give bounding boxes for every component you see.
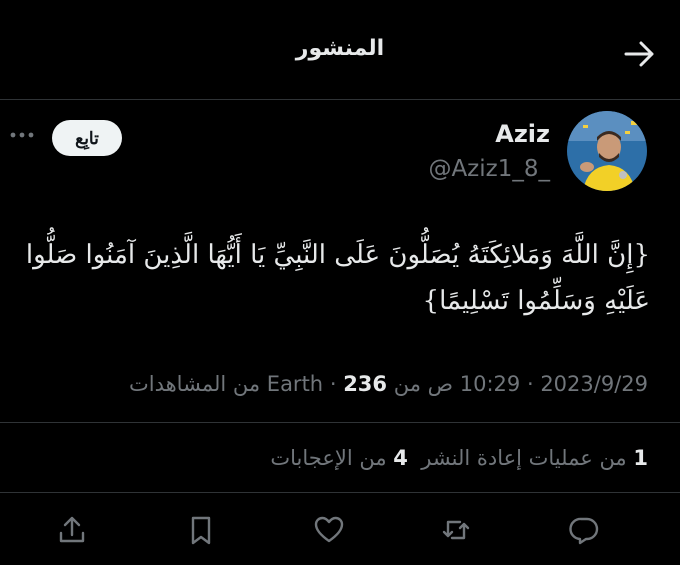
top-bar: المنشور bbox=[0, 0, 680, 100]
bookmark-icon[interactable] bbox=[185, 514, 217, 546]
post-time: 10:29 ص bbox=[427, 372, 521, 396]
likes-stat[interactable]: 4 من الإعجابات bbox=[270, 446, 408, 470]
meta-separator: · bbox=[526, 372, 534, 396]
avatar[interactable] bbox=[567, 111, 647, 191]
divider bbox=[0, 422, 680, 423]
divider bbox=[0, 492, 680, 493]
page-title: المنشور bbox=[295, 36, 385, 61]
author-name[interactable]: Aziz bbox=[495, 120, 550, 148]
like-icon[interactable] bbox=[313, 514, 345, 546]
views-count: 236 bbox=[343, 372, 388, 396]
arrow-right-icon[interactable] bbox=[624, 40, 656, 68]
share-icon[interactable] bbox=[56, 514, 88, 546]
follow-button[interactable]: تابِع bbox=[52, 120, 122, 156]
likes-count: 4 bbox=[393, 446, 408, 470]
author-handle[interactable]: @Aziz1_8_ bbox=[428, 156, 550, 182]
likes-label: من الإعجابات bbox=[270, 446, 387, 470]
engagement-stats: 1 من عمليات إعادة النشر 4 من الإعجابات bbox=[28, 446, 648, 470]
views-label: من المشاهدات bbox=[128, 372, 261, 396]
reply-icon[interactable] bbox=[568, 514, 600, 546]
reposts-count: 1 bbox=[633, 446, 648, 470]
reposts-stat[interactable]: 1 من عمليات إعادة النشر bbox=[421, 446, 648, 470]
meta-separator: · bbox=[329, 372, 337, 396]
more-options-icon[interactable] bbox=[8, 128, 36, 142]
post-text: {إِنَّ اللَّهَ وَمَلائِكَتَهُ يُصَلُّونَ… bbox=[25, 240, 650, 316]
reposts-label: من عمليات إعادة النشر bbox=[421, 446, 627, 470]
post-metadata: 2023/9/29 · 10:29 ص من Earth · 236 من ال… bbox=[28, 372, 648, 396]
post-date: 2023/9/29 bbox=[540, 372, 648, 396]
repost-icon[interactable] bbox=[440, 514, 472, 546]
